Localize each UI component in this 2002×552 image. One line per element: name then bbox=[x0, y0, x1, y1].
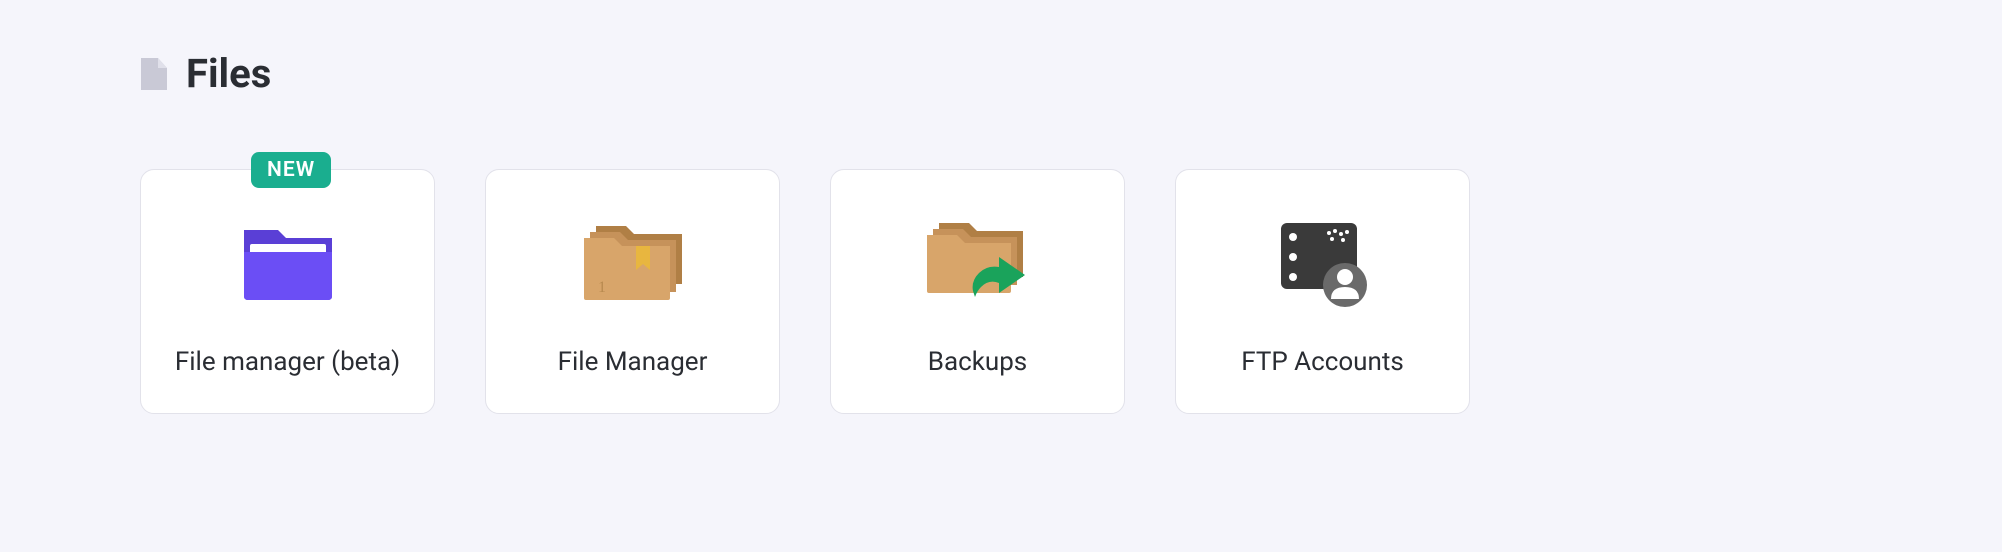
card-label: File Manager bbox=[558, 347, 708, 377]
folder-brown-icon: 1 bbox=[578, 207, 688, 317]
section-header: Files bbox=[140, 50, 1862, 97]
new-badge: NEW bbox=[251, 152, 331, 188]
card-file-manager-beta[interactable]: NEW File manager (beta) bbox=[140, 169, 435, 414]
server-user-icon bbox=[1273, 207, 1373, 317]
section-title: Files bbox=[186, 50, 271, 97]
card-ftp-accounts[interactable]: FTP Accounts bbox=[1175, 169, 1470, 414]
svg-text:1: 1 bbox=[598, 279, 606, 296]
file-icon bbox=[140, 57, 168, 91]
card-label: File manager (beta) bbox=[175, 347, 400, 377]
card-label: FTP Accounts bbox=[1241, 347, 1404, 377]
folder-purple-icon bbox=[240, 207, 336, 317]
card-label: Backups bbox=[928, 347, 1027, 377]
folder-arrow-icon bbox=[923, 207, 1033, 317]
card-backups[interactable]: Backups bbox=[830, 169, 1125, 414]
card-row: NEW File manager (beta) 1 File Manager bbox=[140, 169, 1862, 414]
card-file-manager[interactable]: 1 File Manager bbox=[485, 169, 780, 414]
